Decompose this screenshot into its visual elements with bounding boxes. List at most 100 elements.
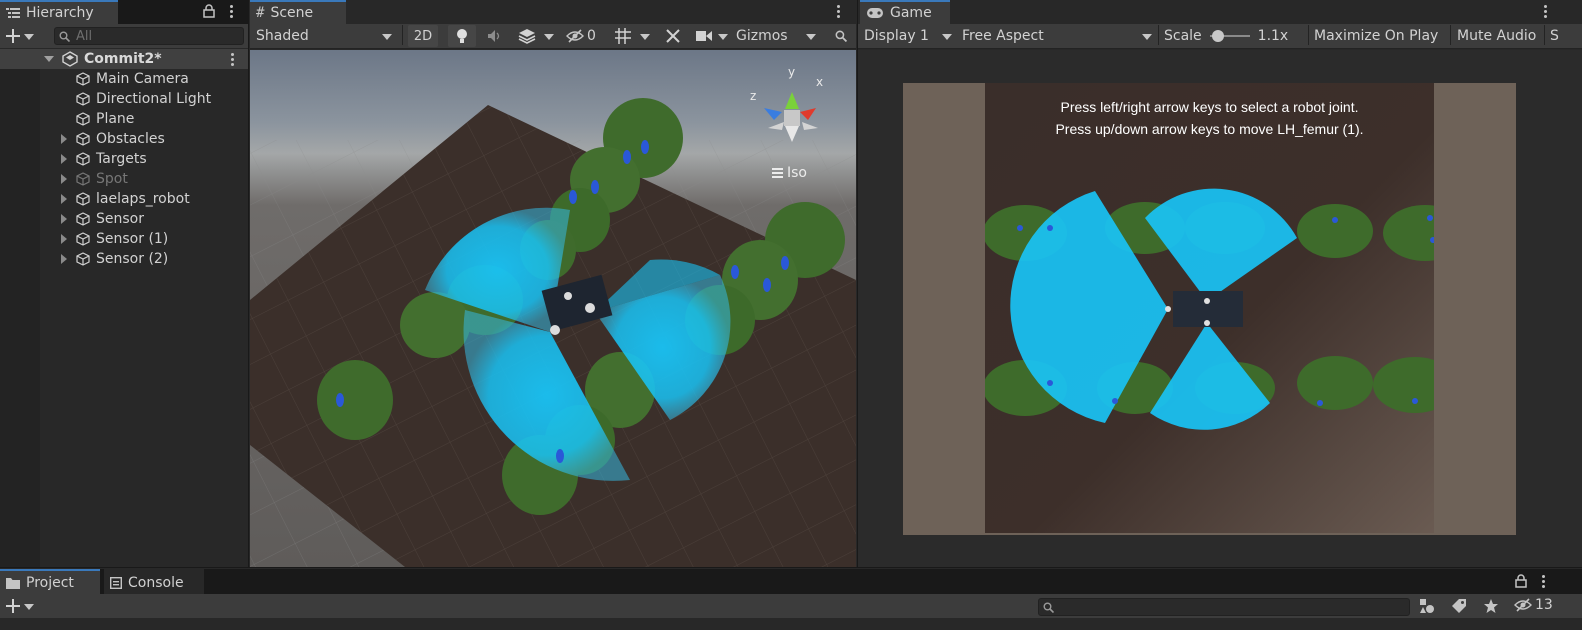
gizmo-y-axis[interactable]	[785, 92, 799, 109]
project-search-field[interactable]	[1038, 598, 1410, 616]
scene-menu-icon[interactable]	[231, 51, 235, 68]
project-hidden-toggle[interactable]: 13	[1514, 597, 1553, 613]
project-hidden-count: 13	[1535, 597, 1553, 613]
effects-layers-icon	[518, 29, 536, 44]
project-tabbar	[0, 569, 1582, 594]
unity-scene-icon	[62, 51, 78, 67]
gameobject-cube-icon	[76, 252, 90, 266]
tab-project-label: Project	[26, 574, 74, 591]
divider	[402, 25, 403, 45]
tab-console[interactable]: Console	[104, 569, 204, 594]
display-dropdown[interactable]: Display 1	[862, 25, 956, 47]
search-icon	[835, 30, 847, 42]
gizmo-z-axis[interactable]	[764, 108, 782, 120]
toggle-2d-button[interactable]: 2D	[408, 25, 438, 47]
tab-game[interactable]: Game	[860, 0, 950, 24]
project-menu-kebab-icon[interactable]	[1542, 573, 1546, 590]
toggle-2d-label: 2D	[413, 28, 433, 44]
hierarchy-search-field[interactable]: All	[54, 27, 244, 45]
hierarchy-item[interactable]: Targets	[0, 149, 248, 169]
tools-button[interactable]	[660, 25, 686, 47]
game-viewport[interactable]: Press left/right arrow keys to select a …	[858, 50, 1582, 567]
foldout-arrow-icon[interactable]	[61, 234, 67, 244]
foldout-arrow-icon[interactable]	[61, 154, 67, 164]
audio-toggle-button[interactable]	[482, 25, 508, 47]
lighting-toggle-button[interactable]	[448, 25, 476, 47]
mute-audio-toggle[interactable]: Mute Audio	[1457, 25, 1536, 47]
display-label: Display 1	[864, 28, 929, 44]
hierarchy-item[interactable]: laelaps_robot	[0, 189, 248, 209]
search-by-type-icon[interactable]	[1419, 598, 1435, 614]
game-menu-kebab-icon[interactable]	[1544, 3, 1548, 20]
project-add-button[interactable]	[6, 597, 40, 615]
stats-label: S	[1550, 28, 1559, 44]
wrench-icon	[666, 29, 680, 43]
shading-mode-dropdown[interactable]: Shaded	[252, 25, 398, 47]
hierarchy-item[interactable]: Plane	[0, 109, 248, 129]
grid-snap-dropdown[interactable]	[608, 25, 656, 47]
gizmo-center-cube[interactable]	[784, 110, 800, 126]
scene-root-row[interactable]: Commit2*	[0, 49, 248, 69]
hierarchy-item-label: laelaps_robot	[96, 191, 190, 207]
maximize-on-play-label: Maximize On Play	[1314, 28, 1439, 44]
hierarchy-menu-icon[interactable]	[230, 3, 234, 20]
gameobject-cube-icon	[76, 152, 90, 166]
chevron-down-icon	[24, 28, 34, 44]
hierarchy-item-label: Directional Light	[96, 91, 212, 107]
tab-scene-label: Scene	[270, 5, 314, 21]
scene-foldout-icon[interactable]	[44, 56, 54, 62]
aspect-label: Free Aspect	[962, 28, 1044, 44]
chevron-down-icon	[640, 28, 650, 44]
project-lock-icon[interactable]	[1515, 574, 1527, 588]
foldout-arrow-icon[interactable]	[61, 194, 67, 204]
tab-hierarchy[interactable]: Hierarchy	[0, 0, 118, 24]
divider	[1158, 25, 1159, 45]
lock-icon[interactable]	[203, 4, 215, 18]
hierarchy-item[interactable]: Sensor	[0, 209, 248, 229]
hidden-count: 0	[587, 28, 596, 44]
orientation-gizmo[interactable]: y x z	[748, 64, 848, 164]
favorite-star-icon[interactable]	[1483, 598, 1499, 614]
hidden-objects-toggle[interactable]: 0	[566, 25, 602, 47]
hierarchy-item[interactable]: Obstacles	[0, 129, 248, 149]
hierarchy-item[interactable]: Sensor (2)	[0, 249, 248, 269]
foldout-arrow-icon[interactable]	[61, 254, 67, 264]
stats-toggle[interactable]: S	[1550, 25, 1580, 47]
hierarchy-item[interactable]: Directional Light	[0, 89, 248, 109]
effects-dropdown[interactable]	[512, 25, 560, 47]
grid-icon	[615, 28, 631, 44]
foldout-arrow-icon[interactable]	[61, 214, 67, 224]
scale-label: Scale	[1164, 28, 1202, 44]
tag-icon[interactable]	[1451, 598, 1467, 614]
maximize-on-play-toggle[interactable]: Maximize On Play	[1314, 25, 1438, 47]
tab-scene[interactable]: # Scene	[250, 0, 346, 24]
mute-audio-label: Mute Audio	[1457, 28, 1537, 44]
add-object-button[interactable]	[6, 27, 40, 45]
projection-toggle[interactable]: Iso	[772, 165, 807, 181]
scene-viewport[interactable]: y x z Iso	[250, 50, 856, 567]
scale-slider[interactable]	[1209, 29, 1250, 43]
camera-settings-dropdown[interactable]	[692, 25, 732, 47]
chevron-down-icon	[544, 28, 554, 44]
divider	[1544, 25, 1545, 45]
foldout-arrow-icon[interactable]	[61, 174, 67, 184]
gizmos-dropdown[interactable]: Gizmos	[734, 25, 820, 47]
tab-project[interactable]: Project	[0, 569, 100, 594]
hierarchy-item[interactable]: Spot	[0, 169, 248, 189]
hierarchy-item-label: Obstacles	[96, 131, 165, 147]
foldout-arrow-icon[interactable]	[61, 134, 67, 144]
hierarchy-item-label: Spot	[96, 171, 128, 187]
scene-search-button[interactable]	[826, 25, 856, 47]
game-canvas	[985, 83, 1434, 533]
aspect-dropdown[interactable]: Free Aspect	[960, 25, 1156, 47]
scene-menu-kebab-icon[interactable]	[837, 3, 841, 20]
chevron-down-icon	[382, 28, 392, 44]
hierarchy-item[interactable]: Sensor (1)	[0, 229, 248, 249]
speaker-icon	[488, 30, 500, 42]
hierarchy-item[interactable]: Main Camera	[0, 69, 248, 89]
game-robot	[1165, 291, 1243, 327]
grid-hash-icon: #	[256, 5, 265, 21]
tab-hierarchy-label: Hierarchy	[26, 5, 94, 21]
gizmo-x-axis[interactable]	[800, 108, 816, 120]
scale-slider-knob[interactable]	[1212, 30, 1225, 42]
